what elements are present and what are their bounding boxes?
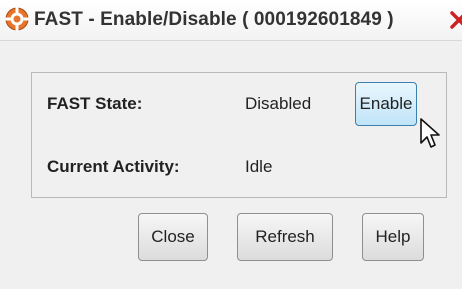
close-x-icon[interactable] [448, 9, 462, 31]
window-title: FAST - Enable/Disable ( 000192601849 ) [34, 9, 394, 30]
fast-state-value: Disabled [245, 94, 312, 113]
current-activity-value: Idle [245, 157, 273, 176]
current-activity-label: Current Activity: [47, 157, 180, 176]
fast-status-panel: FAST State: Disabled Enable Current Acti… [31, 72, 447, 198]
fast-enable-disable-dialog: FAST - Enable/Disable ( 000192601849 ) F… [0, 0, 462, 289]
refresh-button[interactable]: Refresh [237, 213, 333, 261]
fast-state-label: FAST State: [47, 94, 143, 113]
close-button[interactable]: Close [138, 213, 208, 261]
fast-app-icon [5, 7, 29, 31]
help-button[interactable]: Help [362, 213, 424, 261]
enable-button[interactable]: Enable [355, 82, 417, 126]
title-bar[interactable]: FAST - Enable/Disable ( 000192601849 ) [0, 0, 462, 41]
